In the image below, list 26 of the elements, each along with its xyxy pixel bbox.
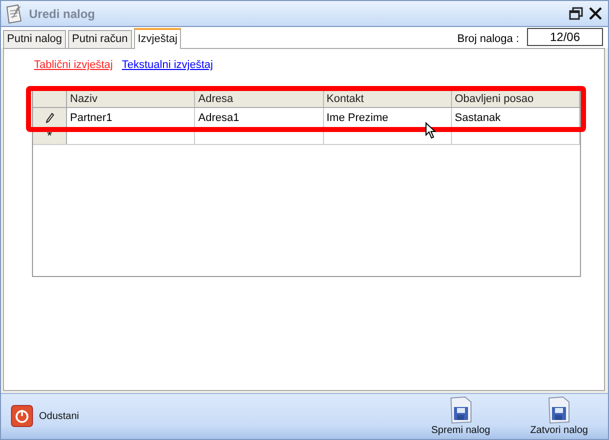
floppy-document-icon — [546, 396, 572, 424]
tab[interactable]: Izvještaj — [134, 28, 182, 49]
order-number-label: Broj naloga : — [457, 32, 519, 45]
window-title: Uredi nalog — [29, 6, 96, 21]
column-header[interactable]: Kontakt — [324, 90, 452, 107]
floppy-document-icon — [448, 396, 474, 424]
table-cell: Adresa1 — [195, 108, 324, 128]
column-header[interactable]: Adresa — [195, 90, 324, 107]
close-icon[interactable] — [589, 7, 602, 20]
table-cell: Sastanak — [452, 108, 580, 128]
column-header[interactable]: Obavljeni posao — [452, 90, 580, 107]
restore-icon[interactable] — [569, 7, 583, 20]
table-cell: Partner1 — [67, 108, 196, 128]
cursor-icon — [425, 122, 436, 139]
report-link[interactable]: Tekstualni izvještaj — [122, 58, 213, 85]
column-header[interactable]: Naziv — [67, 90, 196, 107]
tab[interactable]: Putni nalog — [3, 30, 66, 48]
cancel-button[interactable]: Odustani — [11, 405, 80, 428]
tab[interactable]: Putni račun — [68, 30, 132, 48]
notepad-icon — [5, 4, 23, 24]
save-button[interactable]: Spremi nalog — [431, 396, 490, 436]
save-button[interactable]: Zatvori nalog — [530, 396, 588, 436]
pencil-icon — [46, 112, 54, 123]
order-number-field: 12/06 — [527, 28, 603, 46]
power-icon — [11, 405, 33, 428]
report-link[interactable]: Tablični izvještaj — [34, 58, 113, 85]
